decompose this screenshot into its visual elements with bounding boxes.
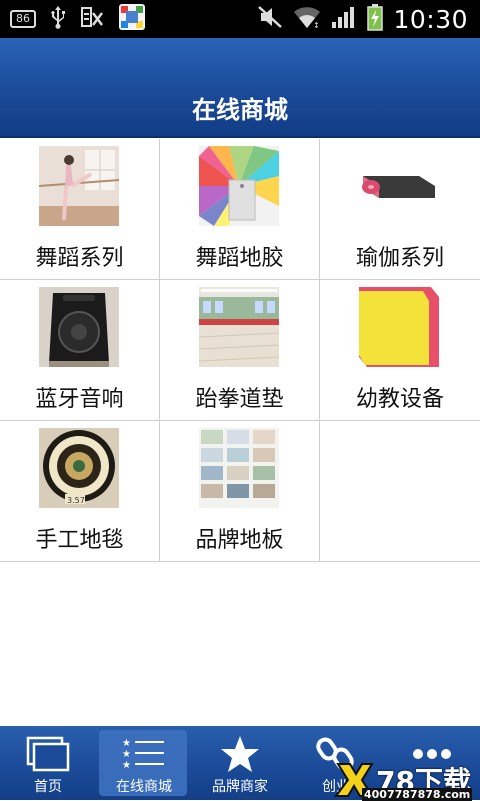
watermark-phone: 4007787878.com (362, 788, 473, 801)
dance-series-image (39, 146, 119, 226)
svg-text:↕: ↕ (313, 21, 320, 30)
nav-label: 品牌商家 (212, 779, 268, 795)
svg-text:★: ★ (122, 749, 131, 760)
mute-icon (257, 4, 283, 34)
app-header: 在线商城 (0, 38, 480, 138)
category-bluetooth-speaker[interactable]: 蓝牙音响 (0, 280, 160, 421)
nav-brand-merchants[interactable]: 品牌商家 (192, 726, 288, 800)
category-label: 舞蹈系列 (35, 246, 124, 271)
category-preschool-equipment[interactable]: 幼教设备 (320, 280, 480, 421)
category-handmade-carpet[interactable]: 3.57 手工地毯 (0, 421, 160, 562)
nav-label: 首页 (34, 779, 62, 795)
category-label: 手工地毯 (35, 528, 124, 553)
pages-icon (0, 734, 96, 774)
grid-row: 3.57 手工地毯 品牌地板 (0, 421, 480, 562)
clock: 10:30 (393, 4, 468, 34)
handmade-carpet-image: 3.57 (39, 428, 119, 508)
svg-text:3.57: 3.57 (67, 496, 85, 505)
app-notification-icon (118, 3, 146, 35)
category-yoga-series[interactable]: 瑜伽系列 (320, 139, 480, 280)
usb-icon (50, 5, 66, 33)
grid-row: 舞蹈系列 舞蹈地胶 瑜伽系列 (0, 139, 480, 280)
signal-icon (331, 5, 357, 33)
yoga-series-image (359, 146, 439, 226)
taekwondo-mat-image (199, 287, 279, 367)
category-label: 舞蹈地胶 (195, 246, 284, 271)
category-label: 跆拳道垫 (195, 387, 284, 412)
wifi-icon: ↕ (293, 4, 321, 34)
category-dance-floor[interactable]: 舞蹈地胶 (160, 139, 320, 280)
grid-row: 蓝牙音响 跆拳道垫 幼教设备 (0, 280, 480, 421)
category-label: 品牌地板 (195, 528, 284, 553)
category-taekwondo-mat[interactable]: 跆拳道垫 (160, 280, 320, 421)
dance-floor-image (199, 146, 279, 226)
nav-online-mall[interactable]: ★ ★ ★ 在线商城 (96, 726, 192, 800)
status-bar: 86 ↕ 10:30 (0, 0, 480, 38)
empty-cell (320, 421, 480, 562)
category-dance-series[interactable]: 舞蹈系列 (0, 139, 160, 280)
category-brand-flooring[interactable]: 品牌地板 (160, 421, 320, 562)
keyboard-icon (80, 5, 104, 33)
battery-level-badge: 86 (10, 10, 36, 28)
nav-home[interactable]: 首页 (0, 726, 96, 800)
brand-flooring-image (199, 428, 279, 508)
category-label: 幼教设备 (355, 387, 444, 412)
preschool-equipment-image (359, 287, 439, 367)
svg-text:★: ★ (122, 760, 131, 771)
category-label: 瑜伽系列 (355, 246, 444, 271)
star-icon (192, 734, 288, 774)
page-title: 在线商城 (192, 96, 288, 124)
watermark-logo: 78下载 4007787878.com (332, 760, 480, 801)
nav-label: 在线商城 (116, 779, 172, 795)
list-icon: ★ ★ ★ (96, 734, 192, 774)
bluetooth-speaker-image (39, 287, 119, 367)
battery-charging-icon (367, 3, 384, 35)
svg-text:★: ★ (122, 738, 131, 749)
category-label: 蓝牙音响 (35, 387, 124, 412)
category-grid: 舞蹈系列 舞蹈地胶 瑜伽系列 蓝牙音响 跆拳道垫 幼教设备 3.57 手工地毯 … (0, 139, 480, 562)
